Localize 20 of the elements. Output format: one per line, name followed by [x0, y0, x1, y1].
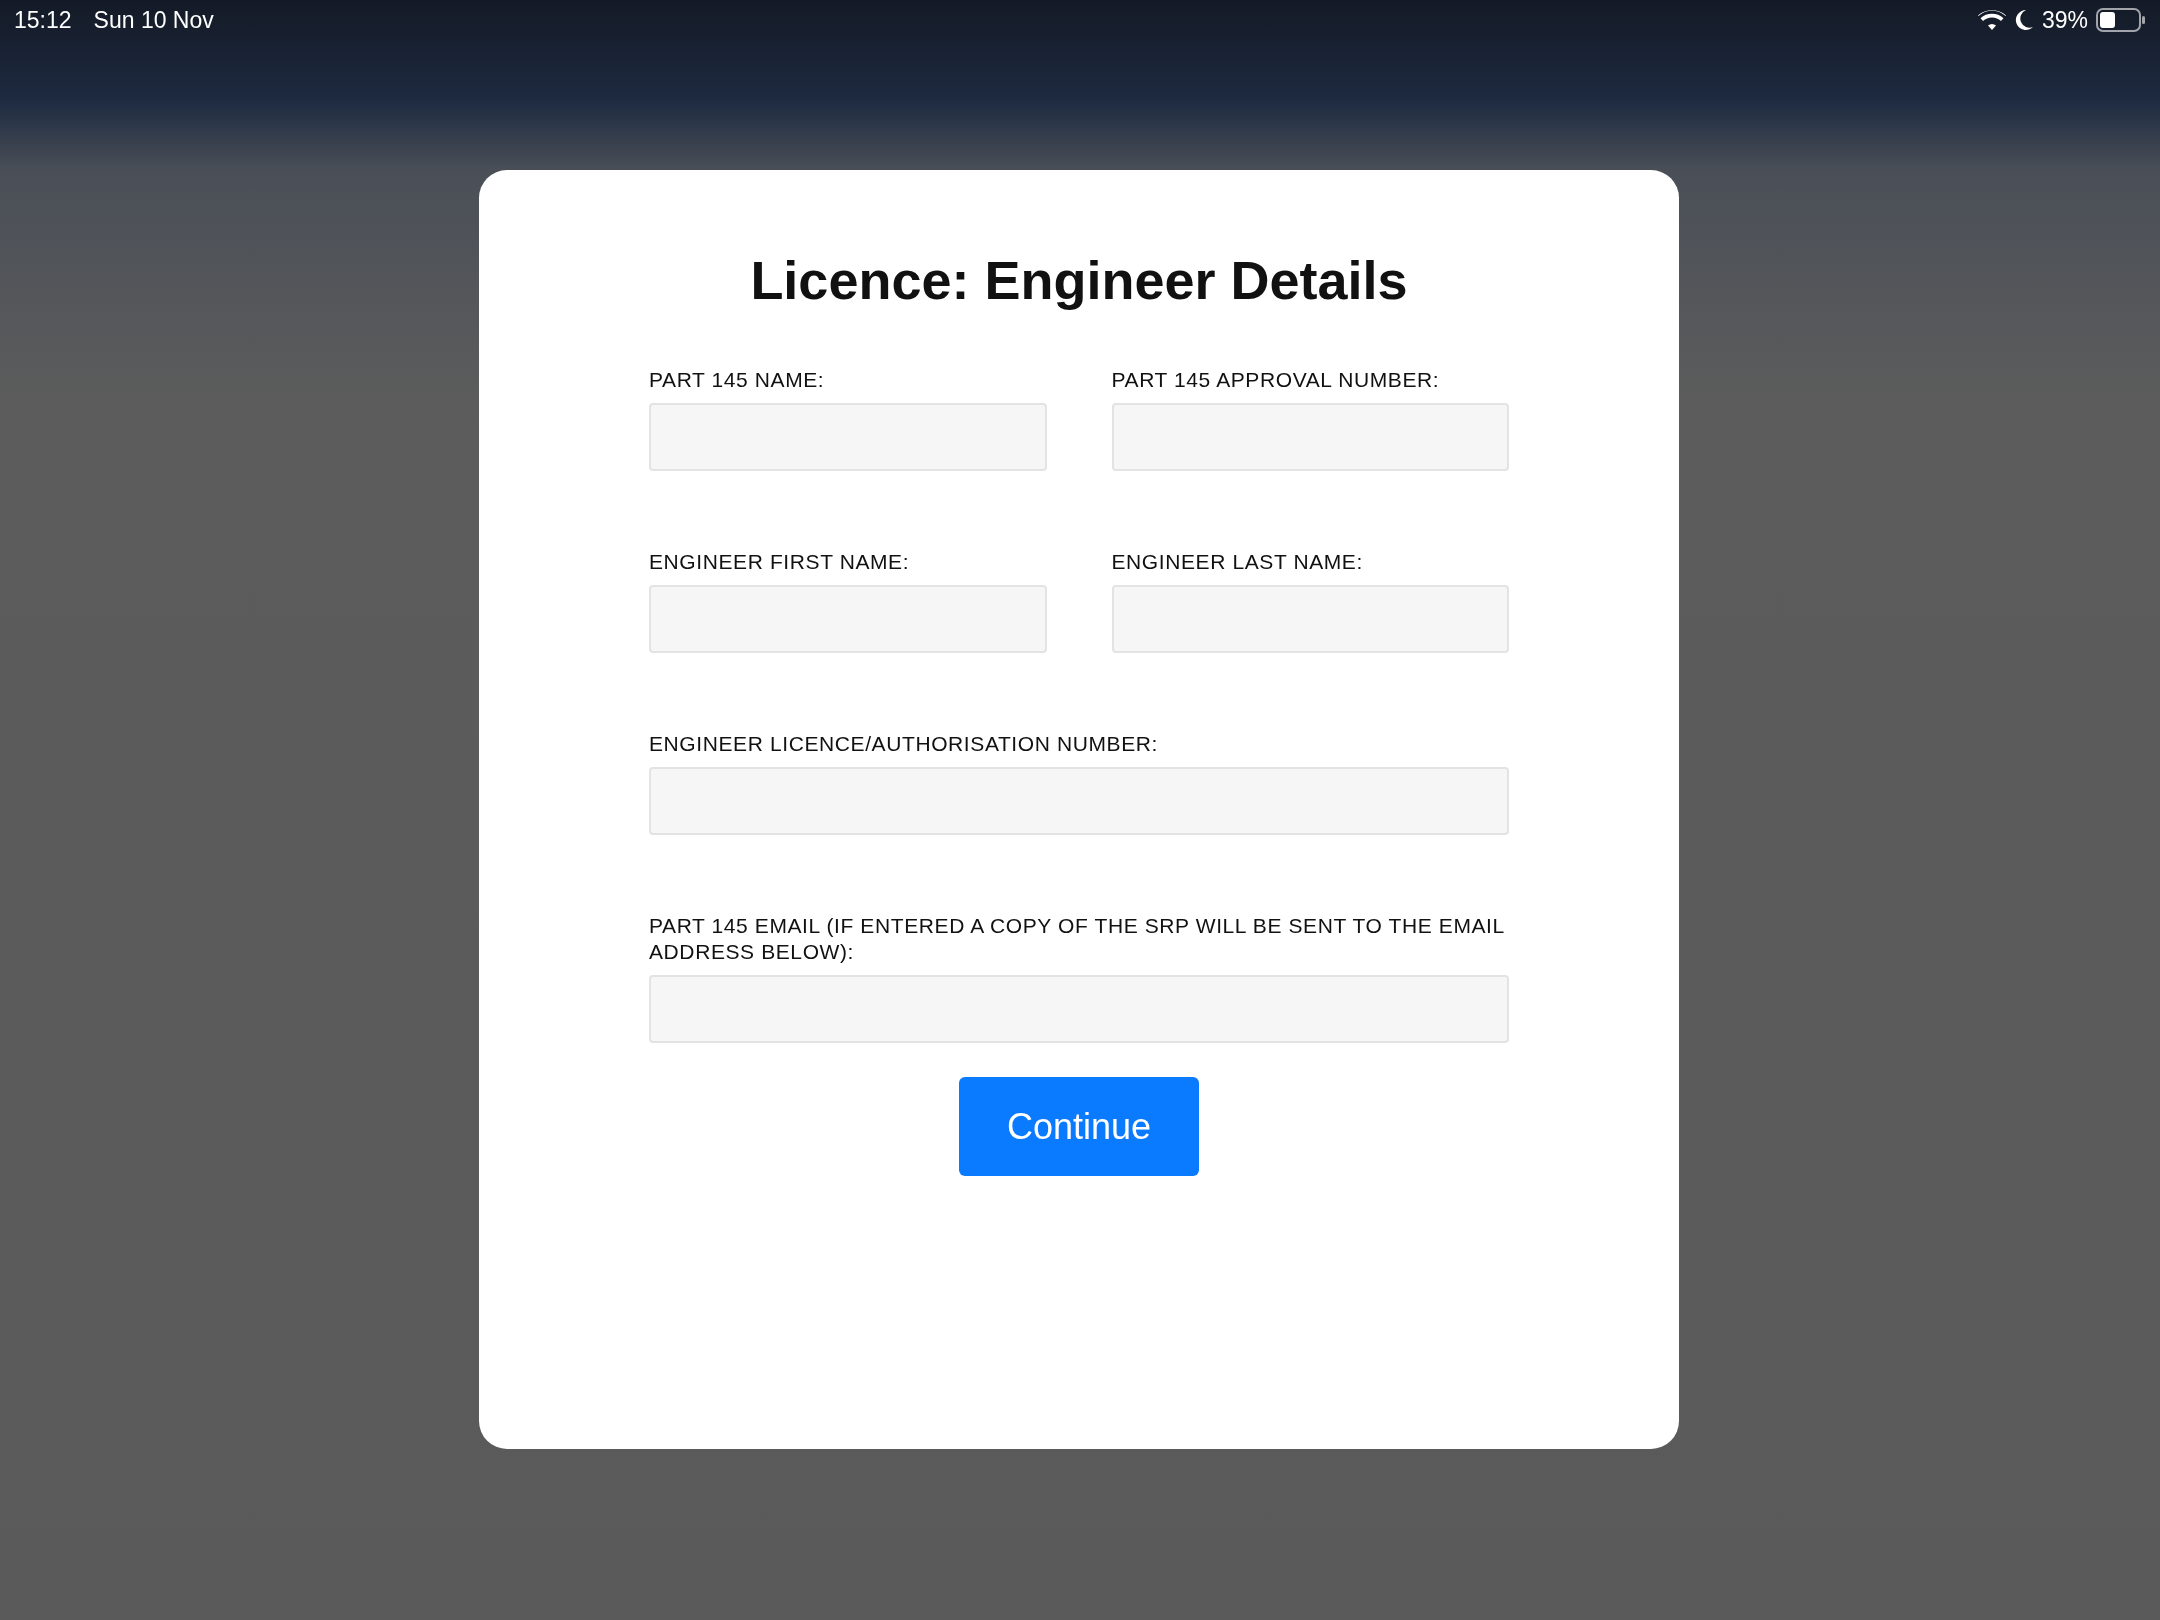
- field-label: PART 145 EMAIL (IF ENTERED A COPY OF THE SRP WILL BE SENT TO THE EMAIL ADDRESS BELOW):: [649, 913, 1506, 965]
- field-label: ENGINEER LAST NAME:: [1111, 549, 1364, 575]
- field-label: ENGINEER LICENCE/AUTHORISATION NUMBER:: [649, 731, 1159, 757]
- continue-button[interactable]: Continue: [959, 1077, 1199, 1176]
- input-field[interactable]: [649, 975, 1509, 1043]
- input-field[interactable]: [649, 585, 1047, 653]
- dialog-title: Licence: Engineer Details: [749, 249, 1409, 312]
- input-field[interactable]: [1111, 403, 1509, 471]
- input-field[interactable]: [649, 767, 1509, 835]
- field-label: PART 145 APPROVAL NUMBER:: [1111, 367, 1441, 393]
- input-field[interactable]: [1111, 585, 1509, 653]
- battery-icon: [2096, 8, 2146, 32]
- moon-icon: [2013, 9, 2034, 31]
- field-label: PART 145 NAME:: [649, 367, 826, 393]
- input-field[interactable]: [649, 403, 1047, 471]
- status-time: 15:12: [14, 6, 72, 34]
- battery-percentage: 39%: [2041, 6, 2088, 34]
- wifi-icon: [1977, 9, 2006, 31]
- field-label: ENGINEER FIRST NAME:: [649, 549, 911, 575]
- status-date: Sun 10 Nov: [93, 6, 214, 34]
